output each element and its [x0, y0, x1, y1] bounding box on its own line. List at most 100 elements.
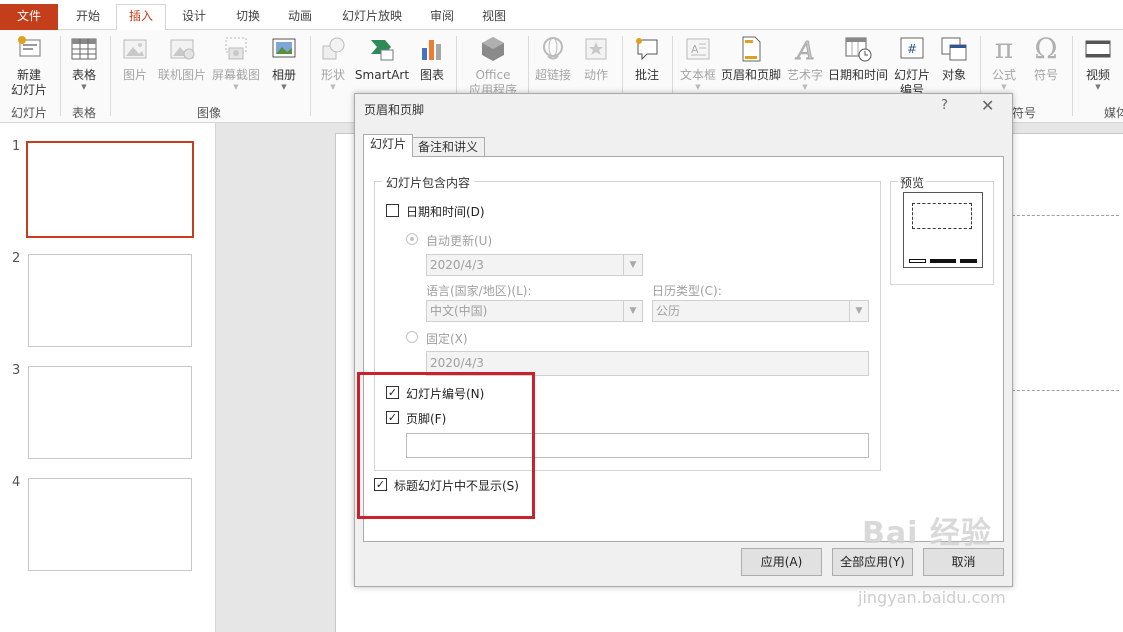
fixed-date-input[interactable]: 2020/4/3 [426, 351, 869, 376]
slide-number-button[interactable]: # 幻灯片 编号 [892, 34, 932, 98]
video-dropdown-icon: ▼ [1095, 83, 1101, 91]
object-icon [941, 37, 967, 61]
album-icon [272, 38, 296, 58]
group-separator [60, 36, 61, 116]
preview-date-area [909, 259, 926, 263]
footer-text-input[interactable] [406, 433, 869, 458]
hyperlink-label: 超链接 [534, 68, 571, 82]
svg-text:#: # [907, 42, 917, 56]
slide-number-icon: # [900, 37, 924, 59]
textbox-button[interactable]: A 文本框 ▼ [676, 34, 720, 91]
auto-date-value: 2020/4/3 [430, 258, 484, 272]
object-button[interactable]: 对象 [934, 34, 974, 83]
new-slide-button[interactable]: 新建 幻灯片 [4, 34, 54, 98]
chart-icon [422, 40, 441, 60]
fixed-label: 固定(X) [426, 332, 468, 346]
chart-label: 图表 [419, 68, 444, 82]
screenshot-label: 屏幕截图 [211, 68, 260, 82]
action-button[interactable]: 动作 [576, 34, 616, 83]
textbox-label: 文本框 [679, 68, 716, 82]
smartart-button[interactable]: SmartArt [354, 34, 410, 83]
slide-placeholder[interactable] [1012, 215, 1119, 391]
video-button[interactable]: 视频 ▼ [1078, 34, 1118, 91]
chevron-down-icon: ▼ [623, 301, 642, 321]
group-label-slides: 幻灯片 [10, 106, 47, 120]
help-icon[interactable]: ? [941, 98, 948, 113]
language-select[interactable]: 中文(中国) ▼ [426, 300, 643, 322]
calendar-type-select[interactable]: 公历 ▼ [652, 300, 869, 322]
slide-thumbnail-2[interactable] [28, 254, 192, 347]
new-slide-icon [18, 36, 41, 57]
tab-view[interactable]: 视图 [472, 6, 516, 30]
shape-icon [322, 37, 345, 60]
tab-slide[interactable]: 幻灯片 [363, 134, 414, 157]
watermark-logo: Bai 经验 [862, 516, 992, 551]
shape-button[interactable]: 形状 ▼ [314, 34, 352, 91]
apply-button[interactable]: 应用(A) [741, 548, 822, 576]
header-footer-button[interactable]: 页眉和页脚 [720, 34, 782, 83]
chart-button[interactable]: 图表 [414, 34, 450, 83]
slide-content-group [374, 181, 881, 471]
datetime-checkbox[interactable] [386, 204, 399, 217]
office-apps-icon [482, 37, 504, 61]
group-label-media: 媒体 [1104, 106, 1123, 120]
slide-number-1: 1 [12, 139, 21, 154]
fixed-radio[interactable] [406, 331, 418, 343]
group-separator [1072, 36, 1073, 116]
comment-button[interactable]: 批注 [626, 34, 668, 83]
auto-date-select[interactable]: 2020/4/3 ▼ [426, 254, 643, 276]
equation-button[interactable]: π 公式 ▼ [984, 32, 1024, 92]
footer-label: 页脚(F) [406, 412, 447, 426]
symbol-label: 符号 [1033, 68, 1058, 82]
office-apps-button[interactable]: Office 应用程序 [462, 34, 524, 98]
header-footer-icon [742, 36, 761, 62]
slide-thumbnail-3[interactable] [28, 366, 192, 459]
tab-home[interactable]: 开始 [62, 6, 114, 30]
preview-label: 预览 [898, 174, 927, 191]
datetime-label: 日期和时间(D) [406, 205, 485, 219]
table-icon [71, 38, 97, 60]
album-button[interactable]: 相册 ▼ [264, 34, 304, 91]
preview-number-area [960, 259, 977, 263]
dialog-tab-panel: 幻灯片包含内容 预览 日期和时间(D) 自动更新(U) 2020/4/3 ▼ 语… [363, 156, 1004, 542]
picture-label: 图片 [122, 68, 147, 82]
datetime-label: 日期和时间 [827, 68, 888, 82]
footer-checkbox[interactable]: ✓ [386, 411, 399, 424]
datetime-button[interactable]: 日期和时间 [826, 34, 890, 83]
tab-slideshow[interactable]: 幻灯片放映 [332, 6, 412, 30]
pi-icon: π [994, 32, 1014, 65]
slide-thumbnail-4[interactable] [28, 478, 192, 571]
tab-insert[interactable]: 插入 [116, 4, 166, 31]
symbol-button[interactable]: Ω 符号 [1026, 34, 1066, 83]
online-picture-icon [170, 39, 195, 60]
calendar-type-value: 公历 [656, 304, 681, 318]
tab-file[interactable]: 文件 [0, 4, 58, 30]
album-label: 相册 [271, 68, 296, 82]
watermark-url: jingyan.baidu.com [858, 588, 1006, 607]
cancel-button[interactable]: 取消 [923, 548, 1004, 576]
tab-notes-handouts[interactable]: 备注和讲义 [411, 137, 486, 158]
tab-review[interactable]: 审阅 [420, 6, 464, 30]
screenshot-button[interactable]: 屏幕截图 ▼ [210, 34, 262, 91]
table-button[interactable]: 表格 ▼ [64, 34, 104, 91]
picture-button[interactable]: 图片 [116, 34, 154, 83]
auto-update-radio[interactable] [406, 233, 418, 245]
close-icon[interactable]: ✕ [981, 96, 994, 115]
apply-all-button[interactable]: 全部应用(Y) [832, 548, 913, 576]
hyperlink-button[interactable]: 超链接 [532, 34, 574, 83]
preview-box [890, 181, 994, 285]
textbox-icon: A [686, 38, 710, 60]
tab-transitions[interactable]: 切换 [222, 6, 274, 30]
online-picture-button[interactable]: 联机图片 [156, 34, 208, 83]
group-label-tables: 表格 [71, 106, 96, 120]
slide-number-checkbox[interactable]: ✓ [386, 386, 399, 399]
slide-number-4: 4 [12, 475, 21, 490]
tab-animations[interactable]: 动画 [276, 6, 324, 30]
shape-label: 形状 [320, 68, 345, 82]
slide-thumbnail-1[interactable] [26, 141, 194, 238]
tab-design[interactable]: 设计 [168, 6, 220, 30]
equation-dropdown-icon: ▼ [1001, 83, 1007, 91]
group-separator [310, 36, 311, 116]
hide-on-title-checkbox[interactable]: ✓ [374, 478, 387, 491]
wordart-button[interactable]: A 艺术字 ▼ [784, 34, 826, 92]
